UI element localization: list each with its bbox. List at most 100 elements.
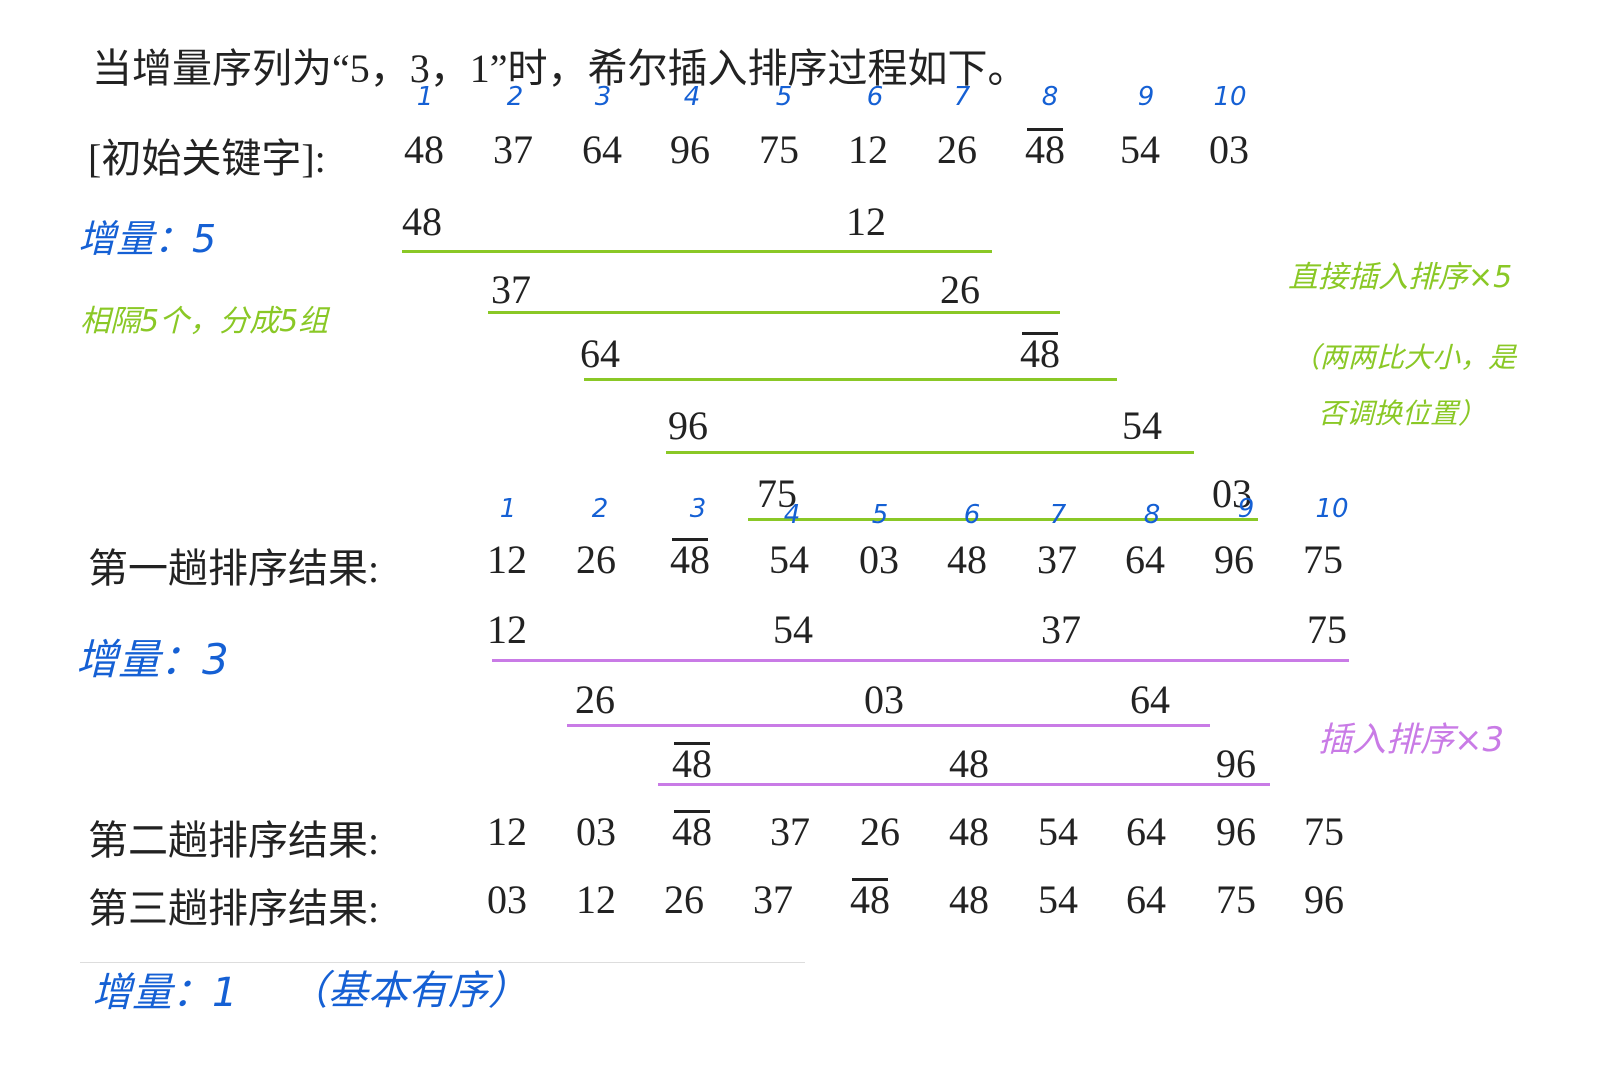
index-label: 10 [1315, 494, 1349, 524]
increment-3-note: 增量：3 [76, 635, 229, 684]
initial-key: 03 [1209, 127, 1249, 172]
group-element: 54 [1122, 403, 1162, 448]
result-key: 48 [949, 809, 989, 854]
basically-ordered-note: （基本有序） [288, 968, 528, 1014]
result-key: 48 [947, 537, 987, 582]
initial-keys-label: [初始关键字]: [88, 136, 326, 181]
index-label: 5 [871, 500, 889, 530]
initial-key-marked: 48 [1025, 127, 1065, 172]
insertion-method-note: 直接插入排序×5 [1288, 260, 1513, 295]
group-element: 12 [846, 199, 886, 244]
group-element: 96 [668, 403, 708, 448]
initial-key: 37 [493, 127, 533, 172]
result-key: 54 [769, 537, 809, 582]
index-label: 10 [1213, 82, 1247, 112]
group-element-marked: 48 [1020, 331, 1060, 376]
result-key: 26 [860, 809, 900, 854]
group-element: 64 [1130, 677, 1170, 722]
group-element: 26 [940, 267, 980, 312]
group-element: 96 [1216, 741, 1256, 786]
result-key: 96 [1216, 809, 1256, 854]
group-divider [488, 311, 1060, 314]
initial-key: 96 [670, 127, 710, 172]
result-key: 64 [1126, 809, 1166, 854]
result-key-marked: 48 [850, 877, 890, 922]
result-key: 26 [664, 877, 704, 922]
group-divider [492, 659, 1349, 662]
initial-key: 54 [1120, 127, 1160, 172]
group-element: 75 [1307, 607, 1347, 652]
group-divider [567, 724, 1210, 727]
result-key: 48 [949, 877, 989, 922]
group-divider [748, 518, 1258, 521]
compare-note-line1: （两两比大小，是 [1292, 341, 1517, 374]
group-element: 03 [864, 677, 904, 722]
result-key: 96 [1304, 877, 1344, 922]
increment-5-note: 增量：5 [78, 217, 217, 261]
group-element: 54 [773, 607, 813, 652]
group-element: 12 [487, 607, 527, 652]
group-divider [666, 451, 1194, 454]
pass3-result-label: 第三趟排序结果: [88, 886, 380, 931]
index-label: 4 [683, 82, 701, 112]
pass1-result-label: 第一趟排序结果: [88, 546, 380, 591]
result-key: 96 [1214, 537, 1254, 582]
compare-note-line2: 否调换位置） [1318, 397, 1487, 430]
result-key: 37 [1037, 537, 1077, 582]
initial-key: 48 [404, 127, 444, 172]
index-label: 7 [1049, 500, 1067, 530]
result-key: 37 [770, 809, 810, 854]
initial-key: 64 [582, 127, 622, 172]
result-key: 12 [487, 537, 527, 582]
index-label: 7 [953, 82, 971, 112]
index-label: 2 [506, 82, 524, 112]
index-label: 8 [1143, 500, 1161, 530]
group-element: 48 [402, 199, 442, 244]
result-key: 03 [487, 877, 527, 922]
page-title: 当增量序列为“5，3，1”时，希尔插入排序过程如下。 [92, 46, 1028, 91]
index-label: 3 [594, 82, 612, 112]
result-key: 03 [859, 537, 899, 582]
index-label: 5 [775, 82, 793, 112]
group-element-marked: 48 [672, 741, 712, 786]
group-element: 48 [949, 741, 989, 786]
initial-key: 12 [848, 127, 888, 172]
result-key: 03 [576, 809, 616, 854]
result-key: 37 [753, 877, 793, 922]
increment-1-note: 增量：1 [92, 970, 238, 1016]
result-key: 75 [1303, 537, 1343, 582]
initial-key: 26 [937, 127, 977, 172]
result-key: 26 [576, 537, 616, 582]
index-label: 1 [499, 494, 517, 524]
index-label: 2 [591, 494, 609, 524]
initial-key: 75 [759, 127, 799, 172]
result-key: 12 [487, 809, 527, 854]
result-key: 75 [1304, 809, 1344, 854]
index-label: 3 [689, 494, 707, 524]
groups-note: 相隔5个，分成5组 [80, 304, 329, 339]
group-element: 37 [1041, 607, 1081, 652]
index-label: 4 [783, 500, 801, 530]
group-element: 64 [580, 331, 620, 376]
result-key: 54 [1038, 809, 1078, 854]
index-label: 9 [1137, 82, 1155, 112]
result-key-marked: 48 [672, 809, 712, 854]
result-key: 64 [1126, 877, 1166, 922]
index-label: 6 [866, 82, 884, 112]
index-label: 1 [416, 82, 434, 112]
index-label: 9 [1237, 494, 1255, 524]
group-divider [402, 250, 992, 253]
group-divider [658, 783, 1270, 786]
result-key: 75 [1216, 877, 1256, 922]
group-divider [584, 378, 1117, 381]
index-label: 6 [963, 500, 981, 530]
result-key: 54 [1038, 877, 1078, 922]
result-key: 12 [576, 877, 616, 922]
pass2-result-label: 第二趟排序结果: [88, 818, 380, 863]
result-key-marked: 48 [670, 537, 710, 582]
index-label: 8 [1041, 82, 1059, 112]
group-element: 37 [491, 267, 531, 312]
insertion-x3-note: 插入排序×3 [1318, 720, 1505, 760]
group-element: 26 [575, 677, 615, 722]
result-key: 64 [1125, 537, 1165, 582]
